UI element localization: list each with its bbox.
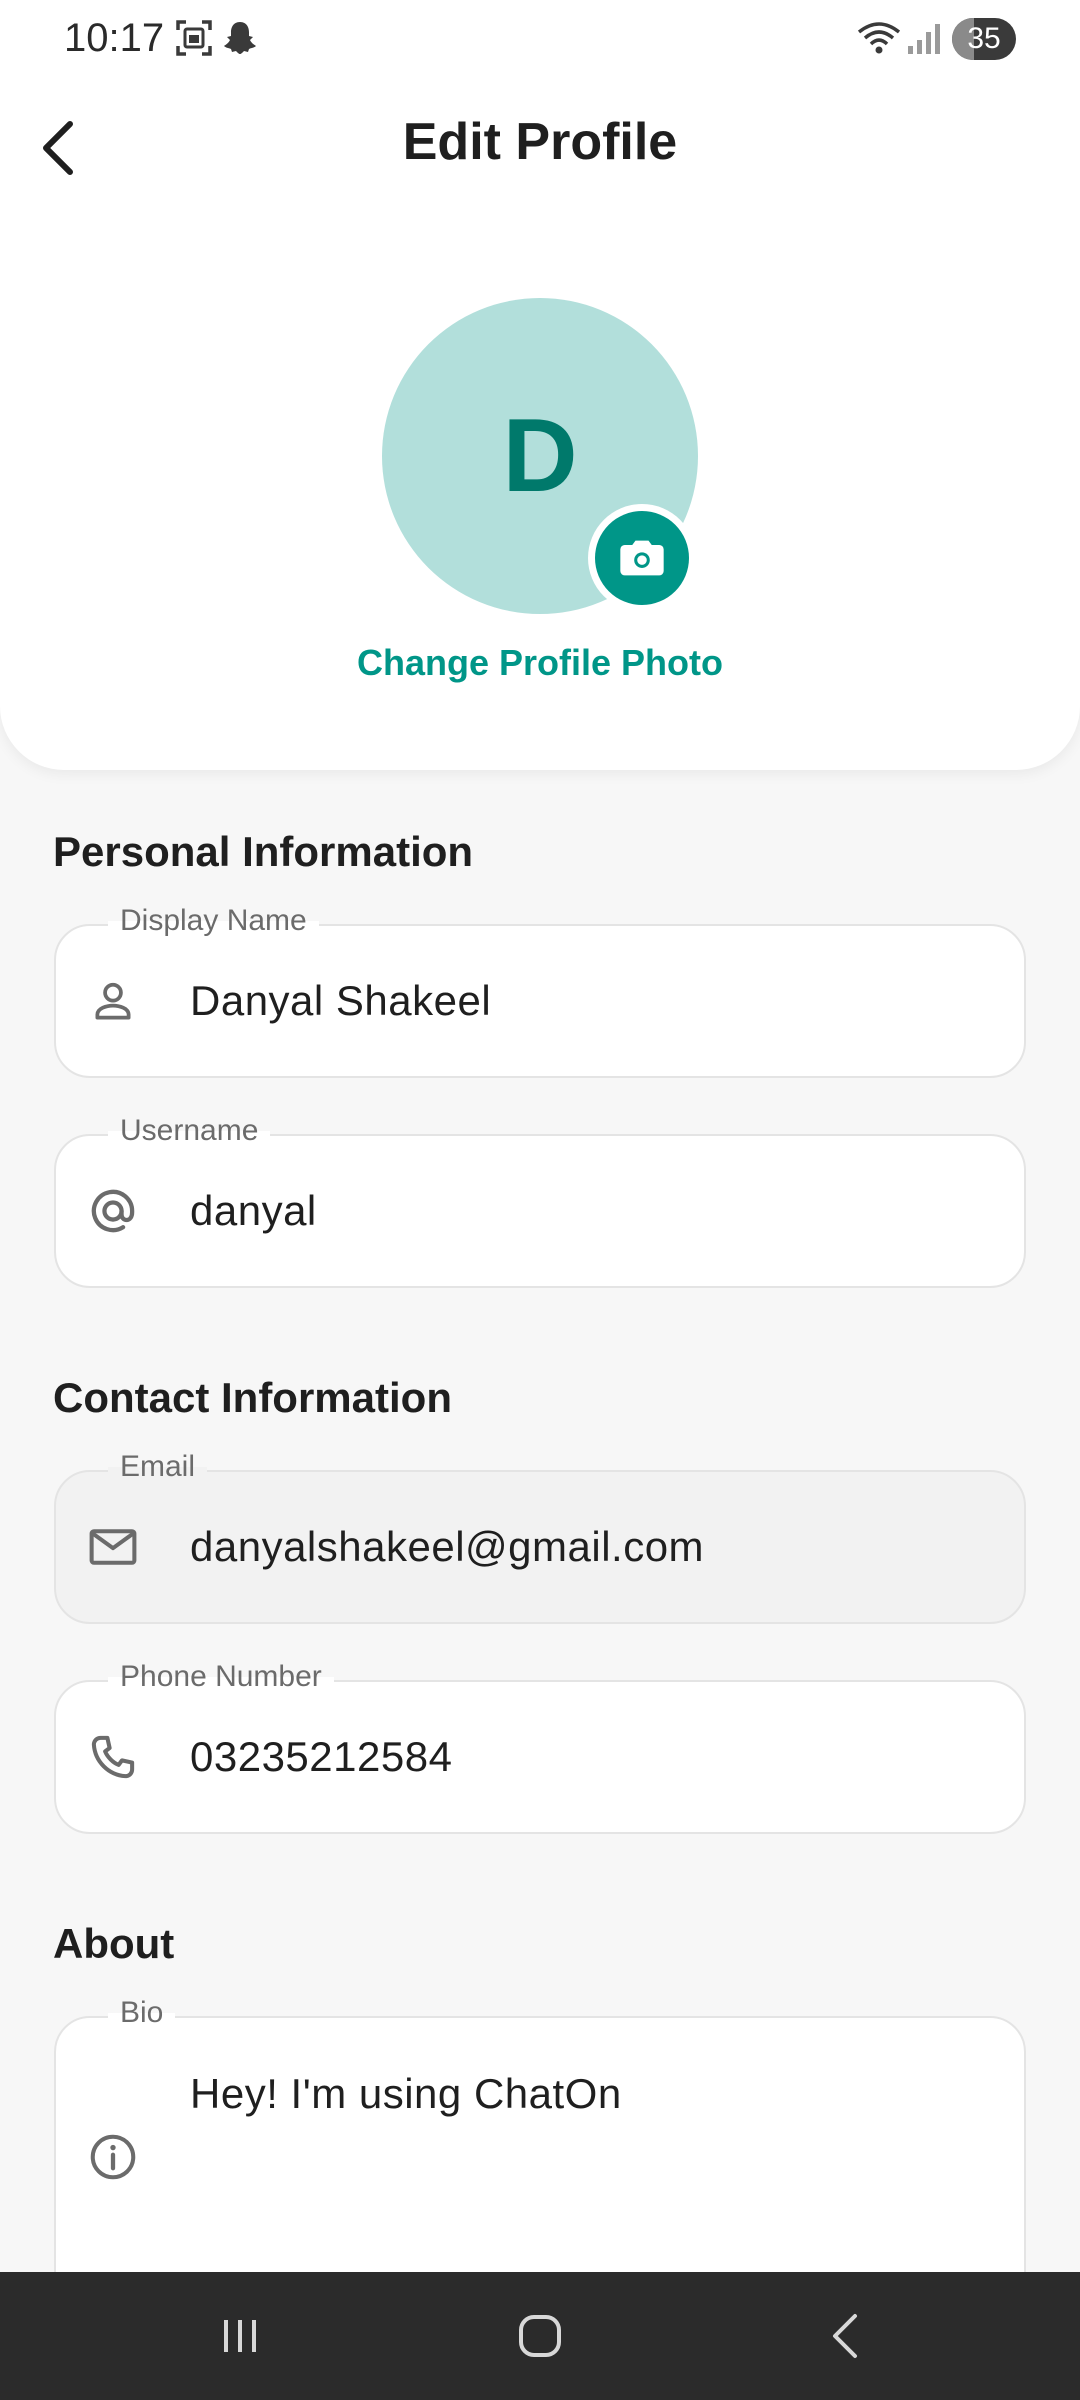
mail-icon — [86, 1520, 140, 1574]
info-icon — [86, 2130, 140, 2184]
personal-information-heading: Personal Information — [53, 828, 474, 875]
home-icon — [519, 2315, 561, 2357]
bio-input[interactable]: Hey! I'm using ChatOn — [190, 2070, 622, 2118]
email-input[interactable]: danyalshakeel@gmail.com — [190, 1523, 704, 1571]
phone-number-field[interactable]: Phone Number 03235212584 — [54, 1660, 1026, 1834]
email-field[interactable]: Email danyalshakeel@gmail.com — [54, 1450, 1026, 1624]
display-name-input[interactable]: Danyal Shakeel — [190, 977, 491, 1025]
phone-number-input[interactable]: 03235212584 — [190, 1733, 452, 1781]
system-navigation-bar — [0, 2272, 1080, 2400]
snapchat-icon — [224, 22, 256, 54]
email-label: Email — [108, 1450, 208, 1484]
at-icon — [86, 1184, 140, 1238]
home-button[interactable] — [460, 2272, 620, 2400]
display-name-label: Display Name — [108, 904, 319, 938]
battery-level: 35 — [967, 22, 1001, 55]
avatar-initial: D — [502, 397, 578, 514]
username-field[interactable]: Username danyal — [54, 1114, 1026, 1288]
wifi-icon — [857, 22, 901, 54]
username-input[interactable]: danyal — [190, 1187, 317, 1235]
recents-icon — [224, 2320, 256, 2352]
contact-information-heading: Contact Information — [53, 1374, 452, 1421]
recents-button[interactable] — [160, 2272, 320, 2400]
person-icon — [86, 974, 140, 1028]
back-icon — [833, 2314, 857, 2358]
about-heading: About — [53, 1920, 175, 1967]
profile-header-card: Edit Profile D Change Profile Photo — [0, 0, 1080, 770]
status-time: 10:17 — [64, 16, 165, 60]
display-name-field[interactable]: Display Name Danyal Shakeel — [54, 904, 1026, 1078]
change-photo-camera-button[interactable] — [588, 504, 696, 612]
signal-icon — [908, 24, 940, 54]
phone-icon — [86, 1730, 140, 1784]
screenshot-icon — [176, 20, 212, 56]
status-bar: 10:17 35 — [0, 0, 1080, 80]
back-nav-button[interactable] — [765, 2272, 925, 2400]
change-profile-photo-link[interactable]: Change Profile Photo — [0, 642, 1080, 684]
phone-number-label: Phone Number — [108, 1660, 334, 1694]
battery-icon: 35 — [952, 18, 1016, 60]
page-title: Edit Profile — [402, 113, 678, 171]
camera-icon — [620, 540, 664, 576]
bio-label: Bio — [108, 1996, 176, 2030]
username-label: Username — [108, 1114, 271, 1148]
